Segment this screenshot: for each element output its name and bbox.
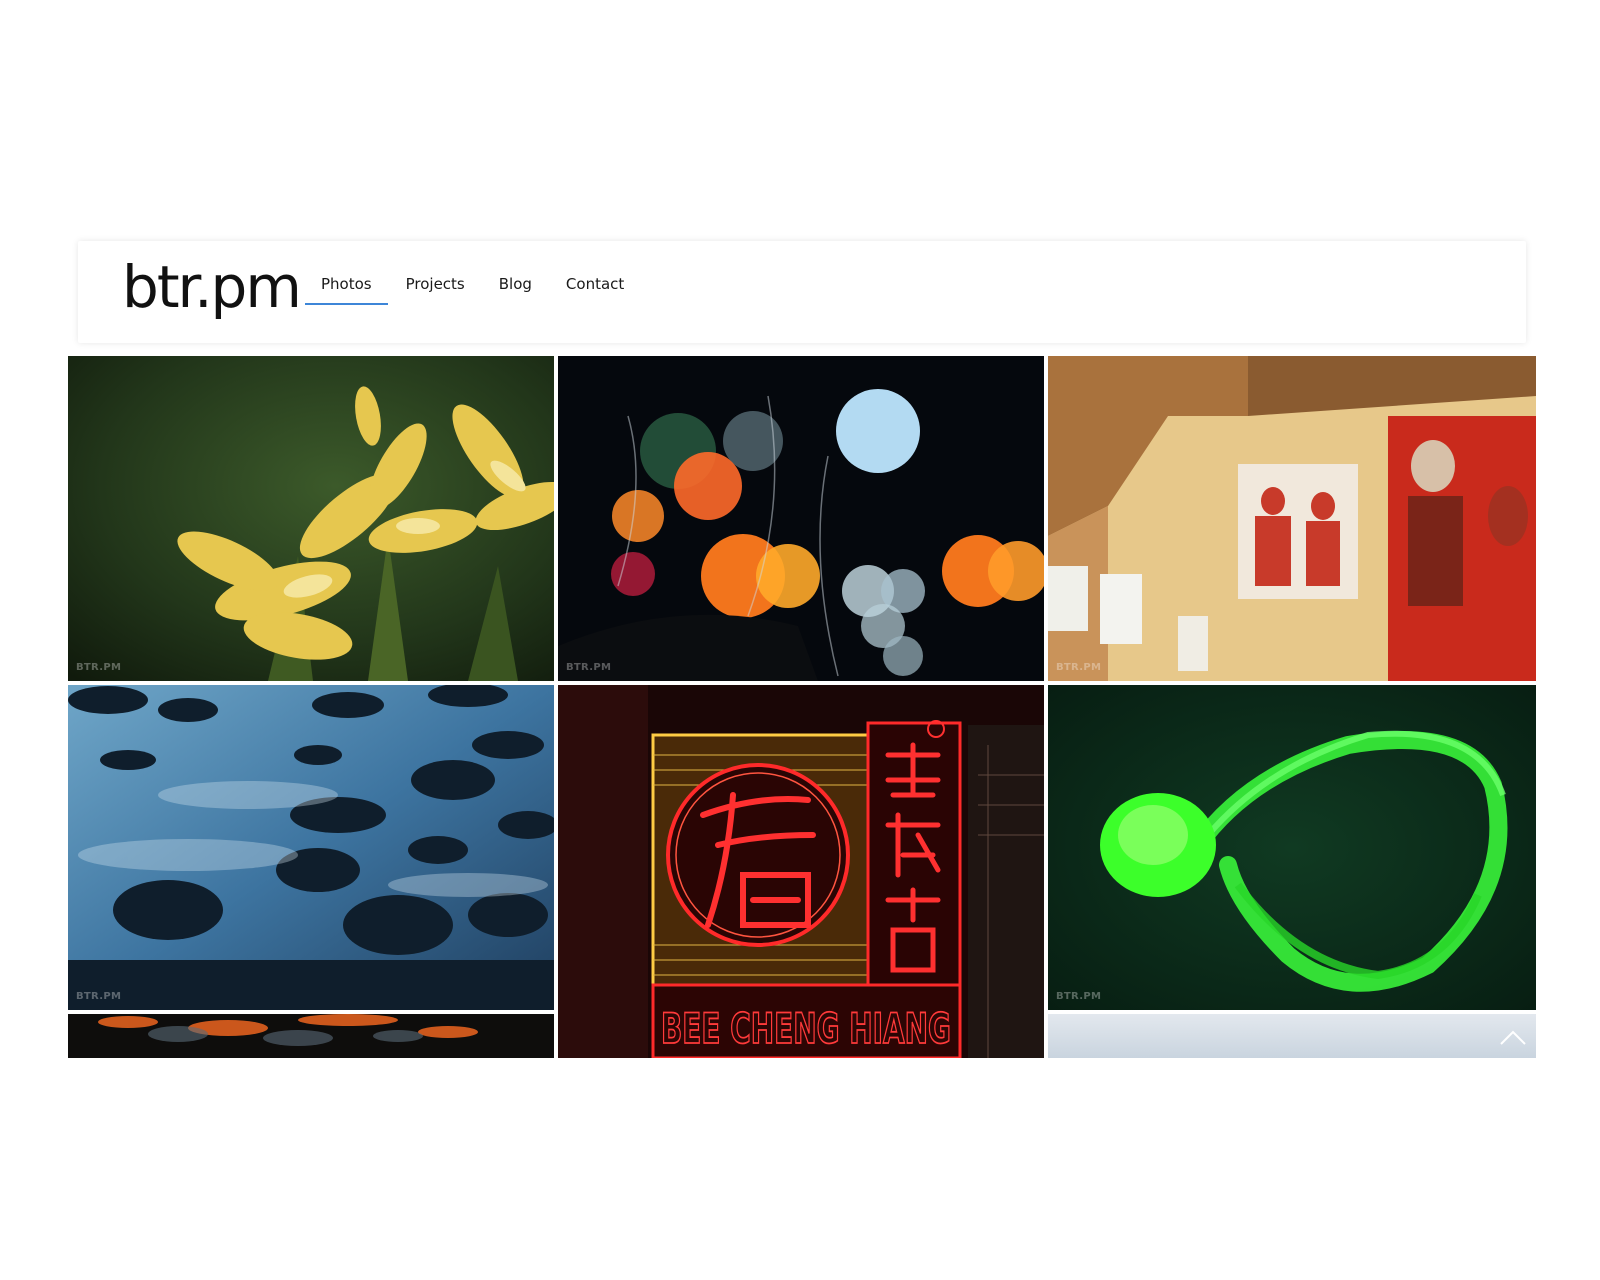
photo-neon-sign: BEE CHENG HIANG	[558, 685, 1044, 1058]
photo-tile-embers[interactable]	[68, 1014, 554, 1058]
photo-watermark: BTR.PM	[1056, 991, 1102, 1002]
nav-blog[interactable]: Blog	[483, 275, 548, 305]
nav-projects[interactable]: Projects	[390, 275, 481, 305]
photo-gallery-wall	[1048, 356, 1536, 681]
page: btr.pm Photos Projects Blog Contact BTR.…	[0, 0, 1600, 1280]
photo-embers	[68, 1014, 554, 1058]
photo-tile-sky[interactable]	[1048, 1014, 1536, 1058]
nav-photos[interactable]: Photos	[305, 275, 388, 305]
neon-sign-text: BEE CHENG HIANG	[661, 1004, 951, 1053]
photo-watermark: BTR.PM	[566, 662, 612, 673]
site-logo[interactable]: btr.pm	[122, 258, 302, 316]
main-nav: Photos Projects Blog Contact	[305, 275, 642, 305]
photo-tile-gallery-wall[interactable]: BTR.PM	[1048, 356, 1536, 681]
site-header: btr.pm Photos Projects Blog Contact	[78, 241, 1526, 343]
photo-bokeh	[558, 356, 1044, 681]
photo-jellyfish	[1048, 685, 1536, 1010]
photo-tile-flowers[interactable]: BTR.PM	[68, 356, 554, 681]
photo-watermark: BTR.PM	[1056, 662, 1102, 673]
photo-flowers	[68, 356, 554, 681]
chevron-up-icon	[1500, 1030, 1526, 1045]
photo-watermark: BTR.PM	[76, 991, 122, 1002]
photo-tile-river[interactable]: BTR.PM	[68, 685, 554, 1010]
photo-tile-bokeh[interactable]: BTR.PM	[558, 356, 1044, 681]
photo-sky	[1048, 1014, 1536, 1058]
photo-tile-jellyfish[interactable]: BTR.PM	[1048, 685, 1536, 1010]
back-to-top-button[interactable]	[1494, 1018, 1532, 1056]
nav-contact[interactable]: Contact	[550, 275, 640, 305]
photo-watermark: BTR.PM	[76, 662, 122, 673]
photo-tile-neon-sign[interactable]: BEE CHENG HIANG	[558, 685, 1044, 1058]
photo-gallery: BTR.PM BTR.PM BTR.PM BTR.PM BEE CHENG HI…	[68, 356, 1536, 1058]
photo-river	[68, 685, 554, 1010]
